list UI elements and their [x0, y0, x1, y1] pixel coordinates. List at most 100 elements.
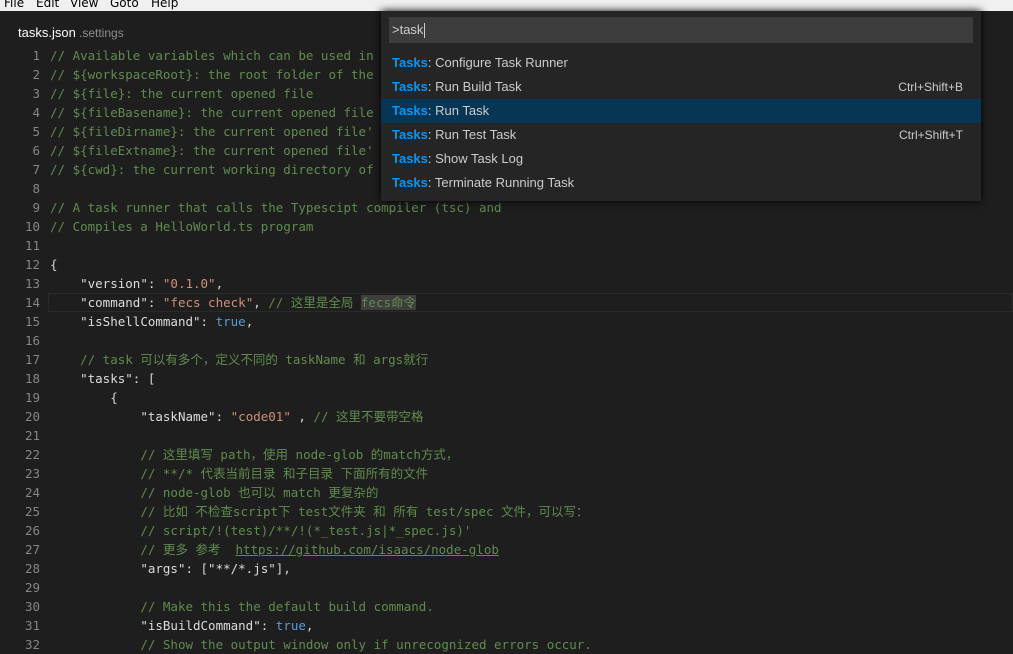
code-token: // Make this the default build command. [140, 599, 434, 614]
code-line[interactable]: 26 // script/!(test)/**/!(*_test.js|*_sp… [0, 521, 1013, 540]
code-token: "isBuildCommand" [140, 618, 261, 633]
line-number: 11 [24, 238, 40, 253]
code-token: { [50, 390, 118, 405]
code-text: // Show the output window only if unreco… [50, 635, 592, 654]
command-label-text: : Run Task [427, 103, 490, 118]
code-line[interactable]: 21 [0, 426, 1013, 445]
line-number: 19 [24, 390, 40, 405]
line-number: 23 [24, 466, 40, 481]
menu-file[interactable]: File [4, 0, 24, 11]
code-token: , [215, 276, 224, 291]
code-link[interactable]: https://github.com/isaacs/node-glob [235, 542, 498, 557]
tab-title[interactable]: tasks.json [18, 25, 76, 40]
code-token: : [215, 409, 231, 424]
menu-goto[interactable]: Goto [110, 0, 139, 11]
code-token: "isShellCommand" [80, 314, 201, 329]
command-palette-item[interactable]: Tasks: Terminate Running Task [381, 171, 981, 195]
code-token: // node-glob 也可以 match 更复杂的 [140, 485, 379, 500]
match-highlight: Tasks [392, 175, 428, 190]
code-line[interactable]: 27 // 更多 参考 https://github.com/isaacs/no… [0, 540, 1013, 559]
command-palette-item[interactable]: Tasks: Run Task [381, 99, 981, 123]
code-line[interactable]: 19 { [0, 388, 1013, 407]
code-text: // Make this the default build command. [50, 597, 434, 616]
code-line[interactable]: 23 // **/* 代表当前目录 和子目录 下面所有的文件 [0, 464, 1013, 483]
command-label: Tasks: Configure Task Runner [392, 51, 568, 75]
code-line[interactable]: 16 [0, 331, 1013, 350]
code-line[interactable]: 29 [0, 578, 1013, 597]
code-text: // Available variables which can be used… [50, 46, 374, 65]
code-token: "args" [140, 561, 186, 576]
code-text: // Compiles a HelloWorld.ts program [50, 217, 313, 236]
line-number: 15 [24, 314, 40, 329]
code-text: // ${file}: the current opened file [50, 84, 313, 103]
menu-edit[interactable]: Edit [36, 0, 59, 11]
line-number: 30 [24, 599, 40, 614]
code-token: "version" [80, 276, 148, 291]
command-palette-item[interactable]: Tasks: Show Task Log [381, 147, 981, 171]
line-number: 3 [32, 86, 40, 101]
code-line[interactable]: 14 "command": "fecs check", // 这里是全局 fec… [0, 293, 1013, 312]
code-text: // ${cwd}: the current working directory… [50, 160, 374, 179]
code-text: // 这里填写 path，使用 node-glob 的match方式， [50, 445, 458, 464]
code-line[interactable]: 15 "isShellCommand": true, [0, 312, 1013, 331]
code-token: // A task runner that calls the Typescip… [50, 200, 502, 215]
code-line[interactable]: 10 // Compiles a HelloWorld.ts program [0, 217, 1013, 236]
code-line[interactable]: 18 "tasks": [ [0, 369, 1013, 388]
code-token: // Available variables which can be used… [50, 48, 374, 63]
command-label-text: : Terminate Running Task [427, 175, 575, 190]
code-token: "tasks" [80, 371, 133, 386]
code-text: "command": "fecs check", // 这里是全局 fecs命令 [50, 293, 416, 312]
tab-description: .settings [79, 26, 124, 40]
code-token: // 比如 不检查script下 test文件夹 和 所有 test/spec … [140, 504, 589, 519]
line-number: 10 [24, 219, 40, 234]
command-label-text: : Run Build Task [427, 79, 522, 94]
menu-help[interactable]: Help [151, 0, 178, 11]
line-number: 12 [24, 257, 40, 272]
command-label: Tasks: Show Task Log [392, 147, 523, 171]
code-line[interactable]: 28 "args": ["**/*.js"], [0, 559, 1013, 578]
command-palette-item[interactable]: Tasks: Run Test Task Ctrl+Shift+T [381, 123, 981, 147]
code-token: // script/!(test)/**/!(*_test.js|*_spec.… [140, 523, 472, 538]
code-line[interactable]: 17 // task 可以有多个，定义不同的 taskName 和 args就行 [0, 350, 1013, 369]
code-text: "isShellCommand": true, [50, 312, 253, 331]
code-line[interactable]: 13 "version": "0.1.0", [0, 274, 1013, 293]
code-line[interactable]: 24 // node-glob 也可以 match 更复杂的 [0, 483, 1013, 502]
menu-view[interactable]: View [70, 0, 98, 11]
line-number: 24 [24, 485, 40, 500]
code-text: // 比如 不检查script下 test文件夹 和 所有 test/spec … [50, 502, 589, 521]
code-text: // ${fileDirname}: the current opened fi… [50, 122, 374, 141]
code-token: , [290, 409, 314, 424]
code-line[interactable]: 30 // Make this the default build comman… [0, 597, 1013, 616]
code-line[interactable]: 32 // Show the output window only if unr… [0, 635, 1013, 654]
line-number: 8 [32, 181, 40, 196]
code-text: "tasks": [ [50, 369, 155, 388]
code-text: // **/* 代表当前目录 和子目录 下面所有的文件 [50, 464, 428, 483]
code-line[interactable]: 20 "taskName": "code01" , // 这里不要带空格 [0, 407, 1013, 426]
line-number: 28 [24, 561, 40, 576]
command-palette-item[interactable]: Tasks: Run Build Task Ctrl+Shift+B [381, 75, 981, 99]
code-line[interactable]: 12 { [0, 255, 1013, 274]
code-line[interactable]: 22 // 这里填写 path，使用 node-glob 的match方式， [0, 445, 1013, 464]
command-palette-input[interactable]: >task [389, 17, 973, 43]
command-palette-item[interactable]: Tasks: Configure Task Runner [381, 51, 981, 75]
code-line[interactable]: 25 // 比如 不检查script下 test文件夹 和 所有 test/sp… [0, 502, 1013, 521]
command-label-text: : Run Test Task [427, 127, 517, 142]
line-number: 7 [32, 162, 40, 177]
line-number: 2 [32, 67, 40, 82]
code-token: : [147, 276, 163, 291]
code-token: // 更多 参考 [140, 542, 236, 557]
code-token: "taskName" [140, 409, 216, 424]
code-line[interactable]: 31 "isBuildCommand": true, [0, 616, 1013, 635]
code-token: true [275, 618, 306, 633]
line-number: 5 [32, 124, 40, 139]
code-line[interactable]: 11 [0, 236, 1013, 255]
code-token: : [260, 618, 276, 633]
code-token: "0.1.0" [162, 276, 216, 291]
command-label-text: : Show Task Log [427, 151, 524, 166]
code-token: // ${fileExtname}: the current opened fi… [50, 143, 374, 158]
